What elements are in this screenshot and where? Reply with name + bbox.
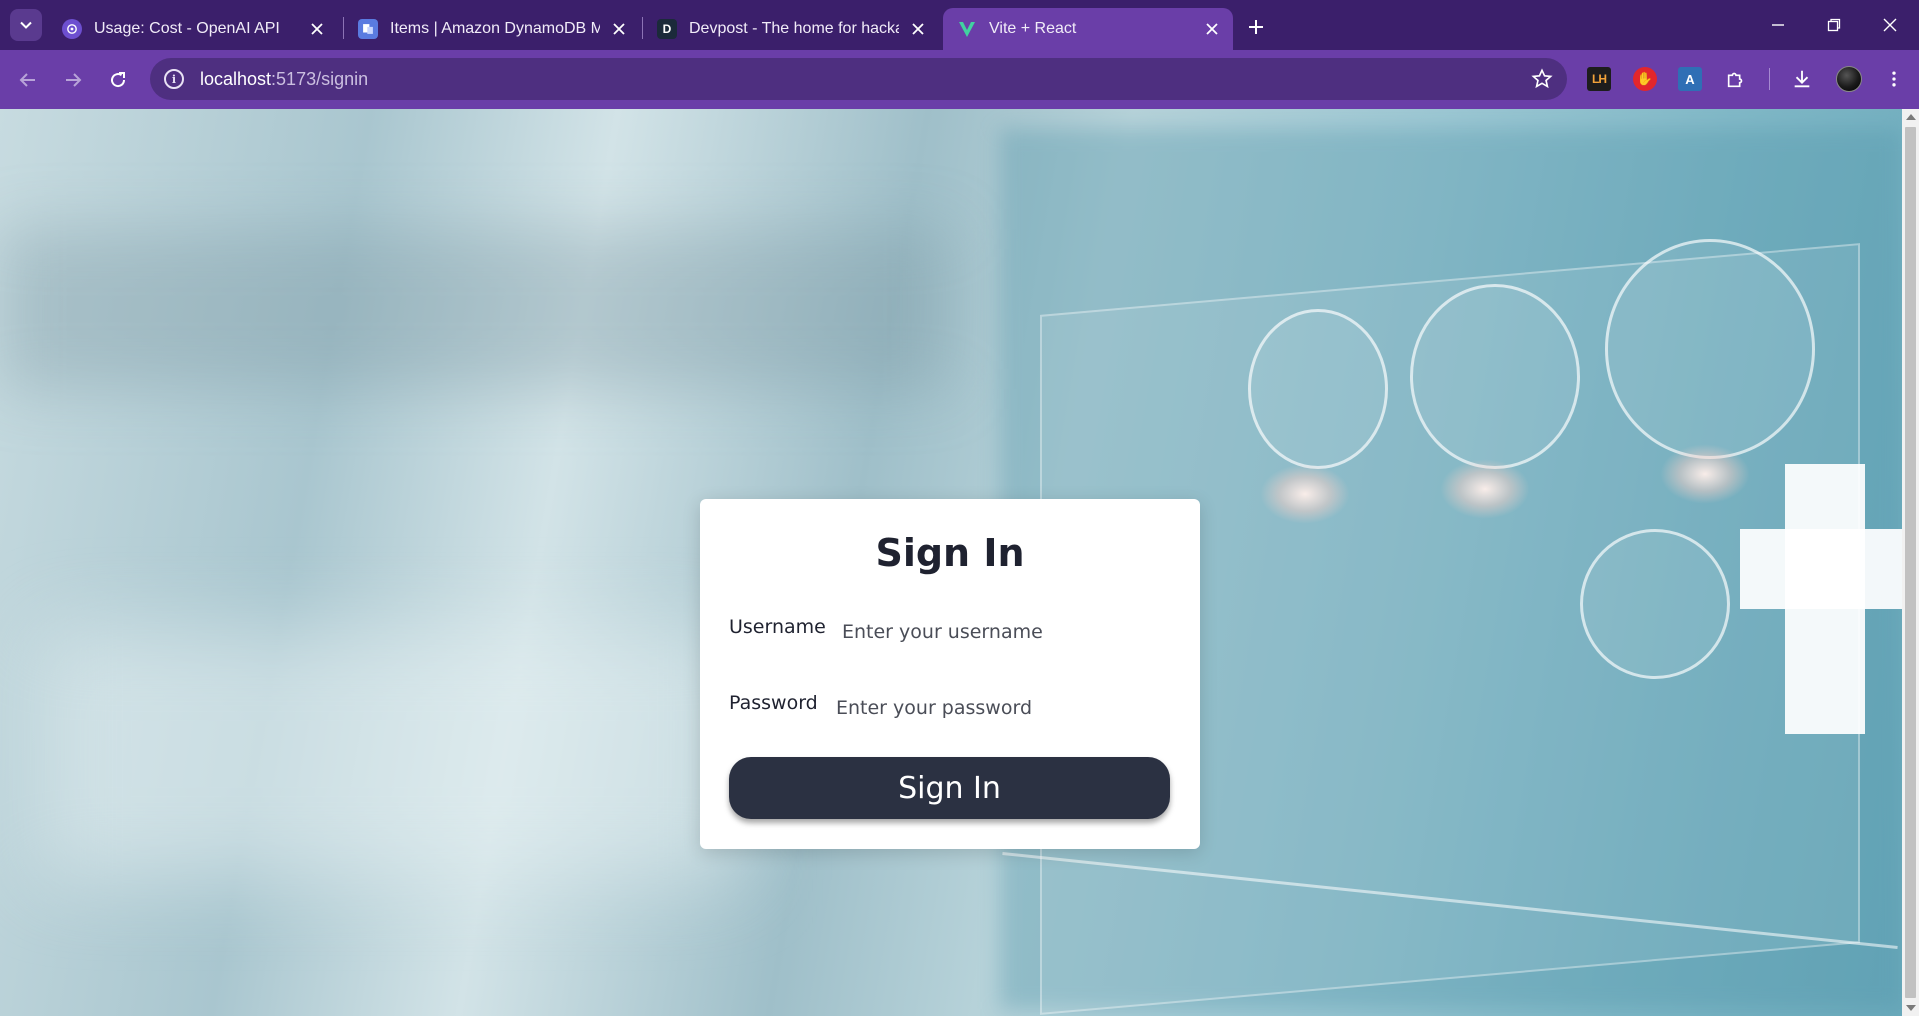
- username-input[interactable]: [842, 616, 1172, 648]
- username-row: Username: [729, 616, 1179, 656]
- toolbar-separator: [1769, 68, 1770, 90]
- url-host: localhost: [200, 68, 272, 89]
- profile-avatar[interactable]: [1836, 66, 1862, 92]
- openai-icon: [62, 19, 82, 39]
- brain-scan-icon: [1580, 529, 1730, 679]
- brain-icon: [1410, 284, 1580, 469]
- tab-devpost[interactable]: D Devpost - The home for hackat: [643, 8, 939, 50]
- password-row: Password: [729, 692, 1179, 732]
- signin-button[interactable]: Sign In: [729, 757, 1170, 819]
- light-glow: [1440, 459, 1530, 519]
- new-tab-button[interactable]: [1242, 13, 1270, 41]
- minimize-button[interactable]: [1758, 10, 1798, 40]
- username-label: Username: [729, 616, 826, 638]
- plus-icon: [1249, 20, 1263, 34]
- back-button[interactable]: [12, 64, 44, 96]
- heart-icon: [1605, 239, 1815, 459]
- scroll-down-icon[interactable]: [1906, 1005, 1916, 1011]
- password-label: Password: [729, 692, 818, 714]
- tab-dynamodb-items[interactable]: Items | Amazon DynamoDB Ma: [344, 8, 640, 50]
- page-viewport: Sign In Username Password Sign In: [0, 109, 1902, 1016]
- browser-toolbar: i localhost:5173/signin: [0, 50, 1919, 109]
- close-icon[interactable]: [1201, 18, 1223, 40]
- close-icon[interactable]: [907, 18, 929, 40]
- medical-cross-icon: [1740, 529, 1902, 609]
- tab-strip: Usage: Cost - OpenAI API Items | Amazon …: [0, 0, 1919, 50]
- extensions-puzzle-icon[interactable]: [1724, 67, 1748, 91]
- close-window-button[interactable]: [1870, 10, 1910, 40]
- background-blur: [40, 629, 740, 879]
- devpost-icon: D: [657, 19, 677, 39]
- forward-button[interactable]: [57, 64, 89, 96]
- address-bar[interactable]: i localhost:5173/signin: [150, 58, 1567, 100]
- signin-title: Sign In: [875, 531, 1025, 575]
- adblock-extension-icon[interactable]: ✋: [1633, 67, 1657, 91]
- background-blur: [0, 229, 950, 389]
- close-icon: [1883, 18, 1897, 32]
- scroll-up-icon[interactable]: [1906, 114, 1916, 120]
- url-text[interactable]: localhost:5173/signin: [200, 69, 368, 90]
- reload-icon: [111, 72, 126, 88]
- lungs-icon: [1248, 309, 1388, 469]
- tab-search-button[interactable]: [10, 9, 42, 41]
- download-icon[interactable]: [1790, 67, 1814, 91]
- password-input[interactable]: [836, 692, 1172, 724]
- signin-card: Sign In Username Password Sign In: [700, 499, 1200, 849]
- site-info-icon[interactable]: i: [164, 69, 184, 89]
- tab-title: Items | Amazon DynamoDB Ma: [390, 20, 600, 37]
- docs-extension-icon[interactable]: A: [1678, 67, 1702, 91]
- scrollbar-thumb[interactable]: [1905, 127, 1916, 998]
- tab-vite-react[interactable]: Vite + React: [943, 8, 1233, 50]
- vite-icon: [957, 19, 977, 39]
- dynamodb-icon: [358, 19, 378, 39]
- restore-button[interactable]: [1814, 10, 1854, 40]
- close-icon[interactable]: [306, 18, 328, 40]
- tab-title: Vite + React: [989, 20, 1077, 37]
- tab-title: Devpost - The home for hackat: [689, 20, 899, 37]
- minimize-icon: [1772, 24, 1784, 26]
- star-icon[interactable]: [1531, 68, 1553, 90]
- chevron-down-icon: [20, 21, 32, 29]
- tab-openai-usage[interactable]: Usage: Cost - OpenAI API: [48, 8, 338, 50]
- tab-title: Usage: Cost - OpenAI API: [94, 20, 280, 37]
- menu-kebab-icon[interactable]: [1882, 67, 1906, 91]
- page-scrollbar[interactable]: [1902, 109, 1919, 1016]
- light-glow: [1260, 464, 1350, 524]
- lighthouse-extension-icon[interactable]: LH: [1587, 67, 1611, 91]
- arrow-right-icon: [66, 73, 82, 87]
- arrow-left-icon: [19, 73, 35, 87]
- restore-icon: [1827, 18, 1841, 32]
- url-path: :5173/signin: [271, 68, 369, 89]
- light-glow: [1660, 444, 1750, 504]
- reload-button[interactable]: [102, 64, 134, 96]
- close-icon[interactable]: [608, 18, 630, 40]
